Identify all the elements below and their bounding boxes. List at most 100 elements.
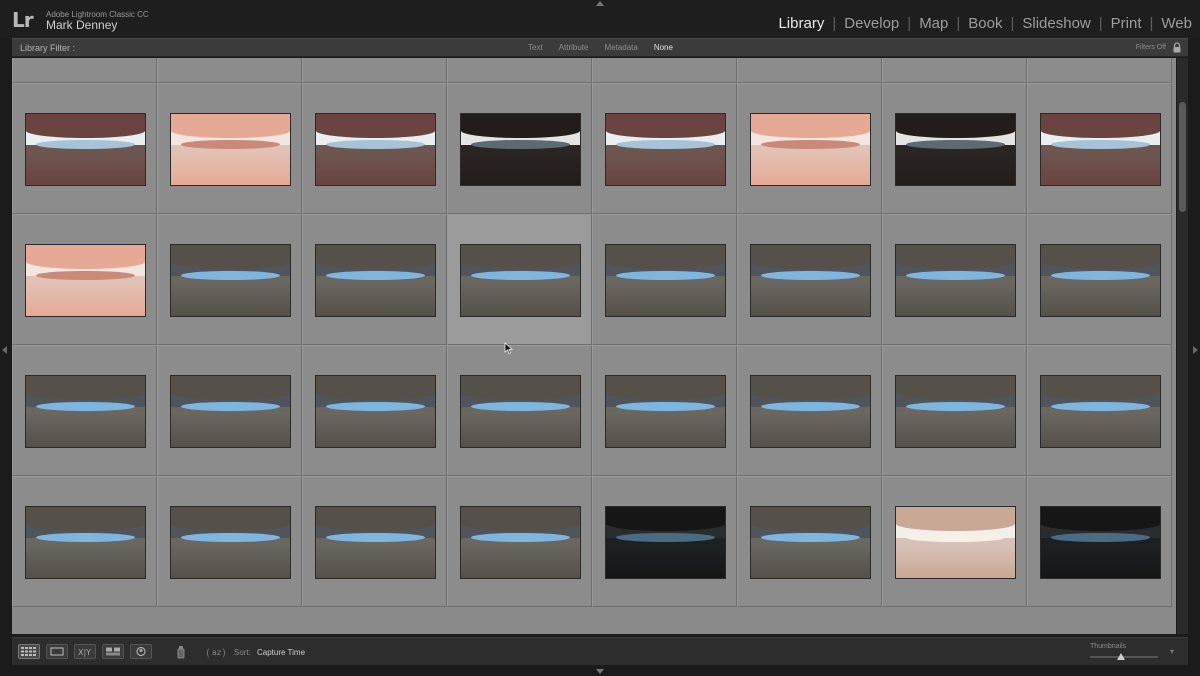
right-panel-toggle-icon[interactable] [1193,346,1198,354]
filter-option-metadata[interactable]: Metadata [604,43,637,52]
photo-thumbnail[interactable] [25,244,146,317]
photo-thumbnail[interactable] [895,113,1016,186]
photo-thumbnail[interactable] [25,506,146,579]
photo-thumbnail[interactable] [170,113,291,186]
module-map[interactable]: Map [919,15,948,32]
lock-icon[interactable] [1172,42,1182,53]
grid-cell[interactable] [1027,83,1172,214]
grid-cell[interactable] [882,83,1027,214]
thumbnail-size-slider-knob[interactable] [1116,653,1125,660]
photo-thumbnail[interactable] [605,375,726,448]
grid-cell[interactable] [1027,214,1172,345]
photo-thumbnail[interactable] [460,244,581,317]
photo-thumbnail[interactable] [895,375,1016,448]
grid-cell[interactable] [157,476,302,607]
grid-cell[interactable] [1027,476,1172,607]
grid-cell[interactable] [157,83,302,214]
grid-view-button[interactable] [18,644,40,659]
module-web[interactable]: Web [1161,15,1192,32]
grid-cell[interactable] [592,58,737,83]
filters-off-preset[interactable]: Filters Off [1136,44,1166,51]
photo-thumbnail[interactable] [895,506,1016,579]
photo-thumbnail[interactable] [315,113,436,186]
grid-cell[interactable] [592,476,737,607]
module-develop[interactable]: Develop [844,15,899,32]
grid-cell[interactable] [302,476,447,607]
photo-thumbnail[interactable] [25,375,146,448]
grid-cell[interactable] [737,83,882,214]
compare-view-button[interactable]: X|Y [74,644,96,659]
grid-cell[interactable] [157,58,302,83]
grid-cell[interactable] [592,214,737,345]
filmstrip-toggle-icon[interactable] [596,669,604,674]
grid-cell[interactable] [302,345,447,476]
photo-thumbnail[interactable] [170,375,291,448]
photo-thumbnail[interactable] [315,506,436,579]
photo-thumbnail[interactable] [170,506,291,579]
scrollbar-thumb[interactable] [1179,102,1186,212]
photo-thumbnail[interactable] [170,244,291,317]
sort-direction-icon[interactable]: ( az ) [206,646,228,658]
grid-cell[interactable] [447,83,592,214]
photo-thumbnail[interactable] [460,375,581,448]
photo-thumbnail[interactable] [1040,375,1161,448]
photo-thumbnail[interactable] [1040,244,1161,317]
grid-cell[interactable] [882,345,1027,476]
people-view-button[interactable] [130,644,152,659]
photo-thumbnail[interactable] [460,506,581,579]
module-book[interactable]: Book [968,15,1002,32]
grid-cell[interactable] [737,214,882,345]
left-panel-toggle-icon[interactable] [2,346,7,354]
toolbar-content-menu-icon[interactable]: ▾ [1170,647,1174,656]
photo-thumbnail[interactable] [750,375,871,448]
grid-cell[interactable] [12,214,157,345]
grid-cell[interactable] [1027,345,1172,476]
grid-cell[interactable] [302,83,447,214]
grid-cell[interactable] [12,345,157,476]
module-print[interactable]: Print [1111,15,1142,32]
photo-thumbnail[interactable] [315,375,436,448]
photo-thumbnail[interactable] [460,113,581,186]
photo-thumbnail[interactable] [750,506,871,579]
photo-thumbnail[interactable] [315,244,436,317]
grid-cell[interactable] [447,214,592,345]
filter-option-none[interactable]: None [654,43,673,52]
module-library[interactable]: Library [778,15,824,32]
grid-cell[interactable] [12,476,157,607]
top-panel-toggle-icon[interactable] [596,1,604,6]
grid-cell[interactable] [882,58,1027,83]
grid-cell[interactable] [12,83,157,214]
grid-cell[interactable] [737,476,882,607]
grid-cell[interactable] [447,476,592,607]
grid-scrollbar[interactable] [1177,58,1188,634]
photo-thumbnail[interactable] [895,244,1016,317]
thumbnail-size-slider[interactable] [1090,653,1158,660]
grid-cell[interactable] [447,345,592,476]
sort-dropdown[interactable]: Capture Time [257,648,305,657]
grid-cell[interactable] [157,214,302,345]
photo-thumbnail[interactable] [1040,113,1161,186]
survey-view-button[interactable] [102,644,124,659]
grid-cell[interactable] [157,345,302,476]
photo-thumbnail[interactable] [605,506,726,579]
grid-cell[interactable] [882,476,1027,607]
module-slideshow[interactable]: Slideshow [1022,15,1090,32]
grid-cell[interactable] [1027,58,1172,83]
grid-cell[interactable] [737,345,882,476]
grid-cell[interactable] [737,58,882,83]
grid-cell[interactable] [592,83,737,214]
photo-thumbnail[interactable] [605,244,726,317]
painter-icon[interactable] [176,645,186,660]
filter-option-attribute[interactable]: Attribute [559,43,589,52]
grid-cell[interactable] [882,214,1027,345]
grid-cell[interactable] [302,214,447,345]
grid-cell[interactable] [447,58,592,83]
photo-thumbnail[interactable] [1040,506,1161,579]
grid-cell[interactable] [592,345,737,476]
grid-cell[interactable] [12,58,157,83]
photo-thumbnail[interactable] [605,113,726,186]
grid-cell[interactable] [302,58,447,83]
loupe-view-button[interactable] [46,644,68,659]
filter-option-text[interactable]: Text [528,43,543,52]
photo-thumbnail[interactable] [25,113,146,186]
